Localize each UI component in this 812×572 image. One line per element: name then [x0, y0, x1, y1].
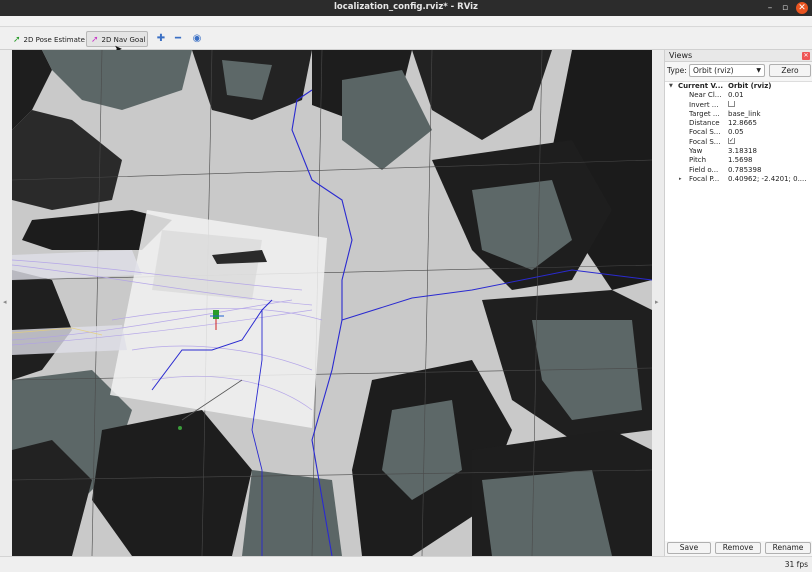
minimize-icon[interactable]: –	[764, 2, 776, 14]
fps-readout: 31 fps	[784, 560, 808, 569]
chevron-down-icon: ▼	[756, 67, 761, 74]
property-row-field-of-view[interactable]: Field o... 0.785398	[665, 166, 812, 175]
property-row-near-clip[interactable]: Near Cl... 0.01	[665, 91, 812, 100]
view-type-value: Orbit (rviz)	[693, 66, 734, 75]
current-view-row[interactable]: ▼ Current V... Orbit (rviz)	[665, 82, 812, 91]
window-title: localization_config.rviz* - RViz	[333, 2, 479, 12]
pose-estimate-label: 2D Pose Estimate	[23, 36, 85, 44]
property-key: Yaw	[689, 147, 703, 156]
type-label: Type:	[667, 66, 687, 75]
property-row-focal-shape[interactable]: Focal S... ✓	[665, 137, 812, 147]
property-value[interactable]: 3.18318	[728, 147, 812, 156]
property-key: Focal P...	[689, 174, 720, 183]
property-value[interactable]: 0.01	[728, 91, 812, 100]
property-row-focal-point[interactable]: ▸ Focal P... 0.40962; -2.4201; 0....	[665, 175, 812, 184]
status-bar: 31 fps	[0, 556, 812, 572]
property-key: Distance	[689, 119, 720, 128]
expand-arrow-icon[interactable]: ▸	[679, 175, 685, 184]
property-key: Focal S...	[689, 137, 721, 146]
3d-render-viewport[interactable]	[12, 50, 652, 556]
property-key: Invert ...	[689, 100, 719, 109]
close-panel-icon[interactable]: ✕	[802, 52, 810, 60]
add-tool-icon[interactable]: ✚	[154, 32, 168, 46]
focal-shape-checkbox[interactable]: ✓	[728, 137, 735, 145]
property-key: Field o...	[689, 165, 719, 174]
occupancy-map	[12, 50, 652, 556]
pink-arrow-icon: ➚	[91, 35, 99, 45]
save-button[interactable]: Save	[667, 542, 711, 554]
property-key: Target ...	[689, 109, 720, 118]
remove-button[interactable]: Remove	[715, 542, 761, 554]
property-row-yaw[interactable]: Yaw 3.18318	[665, 147, 812, 156]
menu-bar	[0, 16, 812, 27]
left-dock-gutter[interactable]: ◂	[0, 50, 12, 556]
collapse-right-icon[interactable]: ▸	[655, 298, 659, 306]
property-value[interactable]: base_link	[728, 110, 812, 119]
collapse-left-icon[interactable]: ◂	[3, 298, 7, 306]
current-view-value: Orbit (rviz)	[728, 82, 772, 90]
property-row-target-frame[interactable]: Target ... base_link	[665, 110, 812, 119]
property-value[interactable]: 12.8665	[728, 119, 812, 128]
views-panel-header: Views ✕	[665, 50, 812, 62]
green-arrow-icon: ➚	[13, 35, 21, 45]
property-row-invert[interactable]: Invert ...	[665, 100, 812, 110]
zero-button[interactable]: Zero	[769, 64, 811, 77]
rename-button[interactable]: Rename	[765, 542, 811, 554]
property-value[interactable]: 0.40962; -2.4201; 0....	[728, 175, 812, 184]
property-row-pitch[interactable]: Pitch 1.5698	[665, 156, 812, 165]
right-dock-gutter[interactable]: ▸	[652, 50, 664, 556]
view-properties-tree: ▼ Current V... Orbit (rviz) Near Cl... 0…	[665, 81, 812, 541]
property-value[interactable]: 1.5698	[728, 156, 812, 165]
eye-icon[interactable]: ◉	[190, 32, 204, 46]
views-panel: Views ✕ Type: Orbit (rviz) ▼ Zero ▼ Curr…	[664, 50, 812, 556]
remove-tool-icon[interactable]: ━	[171, 32, 185, 46]
property-key: Near Cl...	[689, 91, 722, 100]
property-value[interactable]: 0.785398	[728, 166, 812, 175]
pose-estimate-tool[interactable]: ➚ 2D Pose Estimate	[8, 31, 90, 47]
property-key: Focal S...	[689, 128, 721, 137]
close-icon[interactable]: ✕	[796, 2, 808, 14]
maximize-icon[interactable]: ▫	[779, 2, 791, 14]
nav-goal-label: 2D Nav Goal	[101, 36, 146, 44]
views-panel-title: Views	[669, 51, 693, 60]
view-type-dropdown[interactable]: Orbit (rviz) ▼	[689, 64, 765, 77]
current-view-key: Current V...	[678, 82, 724, 90]
views-panel-footer: Save Remove Rename	[665, 540, 812, 556]
property-row-focal-size[interactable]: Focal S... 0.05	[665, 128, 812, 137]
view-type-row: Type: Orbit (rviz) ▼ Zero	[665, 62, 812, 80]
property-key: Pitch	[689, 156, 707, 165]
expand-arrow-icon[interactable]: ▼	[669, 82, 675, 91]
invert-checkbox[interactable]	[728, 100, 735, 108]
property-row-distance[interactable]: Distance 12.8665	[665, 119, 812, 128]
title-bar: localization_config.rviz* - RViz – ▫ ✕	[0, 0, 812, 16]
property-value[interactable]: 0.05	[728, 128, 812, 137]
